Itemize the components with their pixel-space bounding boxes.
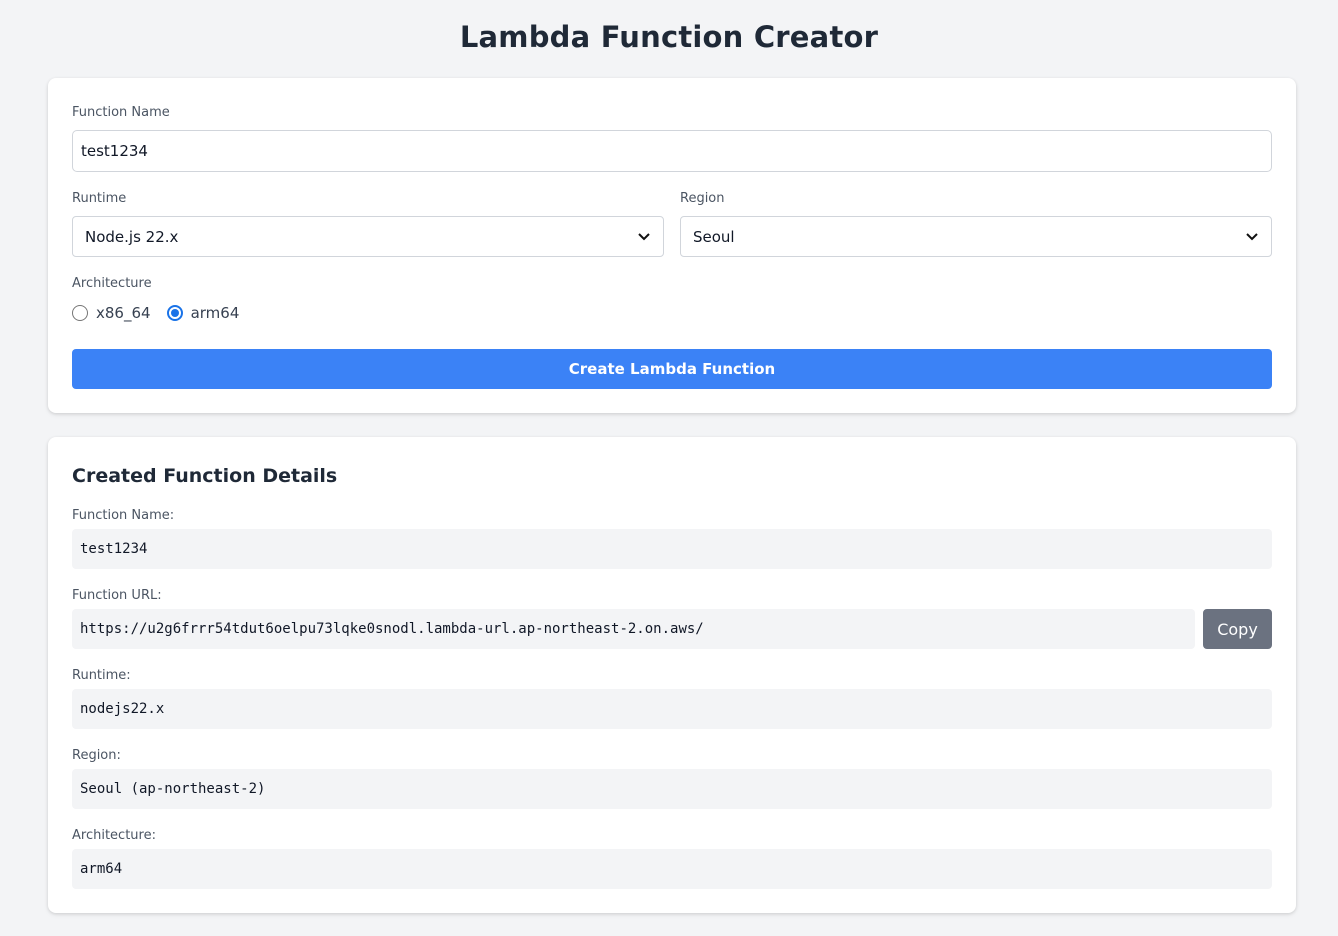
function-name-input[interactable] xyxy=(72,130,1272,172)
region-selected-value: Seoul xyxy=(693,227,735,246)
function-name-label: Function Name xyxy=(72,105,170,120)
details-title: Created Function Details xyxy=(72,465,338,487)
detail-region-label: Region: xyxy=(72,748,121,763)
detail-architecture-label: Architecture: xyxy=(72,828,156,843)
function-details-card: Created Function Details Function Name: … xyxy=(48,437,1296,913)
runtime-selected-value: Node.js 22.x xyxy=(85,227,179,246)
region-select[interactable]: Seoul xyxy=(680,216,1272,257)
page-title: Lambda Function Creator xyxy=(459,20,879,54)
runtime-select[interactable]: Node.js 22.x xyxy=(72,216,664,257)
architecture-radio-group: x86_64 arm64 xyxy=(72,304,255,322)
create-function-button[interactable]: Create Lambda Function xyxy=(72,349,1272,389)
detail-region-value: Seoul (ap-northeast-2) xyxy=(72,769,1272,809)
detail-architecture-value: arm64 xyxy=(72,849,1272,889)
chevron-down-icon xyxy=(637,230,651,244)
architecture-radio-arm64[interactable] xyxy=(166,305,183,321)
detail-runtime-label: Runtime: xyxy=(72,668,131,683)
architecture-option-label: x86_64 xyxy=(96,304,151,322)
architecture-radio-x86_64[interactable] xyxy=(72,305,88,321)
copy-url-button[interactable]: Copy xyxy=(1203,609,1272,649)
detail-function-name-value: test1234 xyxy=(72,529,1272,569)
runtime-label: Runtime xyxy=(72,191,127,206)
detail-runtime-value: nodejs22.x xyxy=(72,689,1272,729)
architecture-option-label: arm64 xyxy=(190,304,240,322)
region-label: Region xyxy=(680,191,725,206)
architecture-label: Architecture xyxy=(72,276,152,291)
chevron-down-icon xyxy=(1245,230,1259,244)
detail-function-url-label: Function URL: xyxy=(72,588,162,603)
create-function-form: Function Name Runtime Node.js 22.x Regio… xyxy=(48,78,1296,413)
detail-function-url-value: https://u2g6frrr54tdut6oelpu73lqke0snodl… xyxy=(72,609,1195,649)
detail-function-name-label: Function Name: xyxy=(72,508,175,523)
